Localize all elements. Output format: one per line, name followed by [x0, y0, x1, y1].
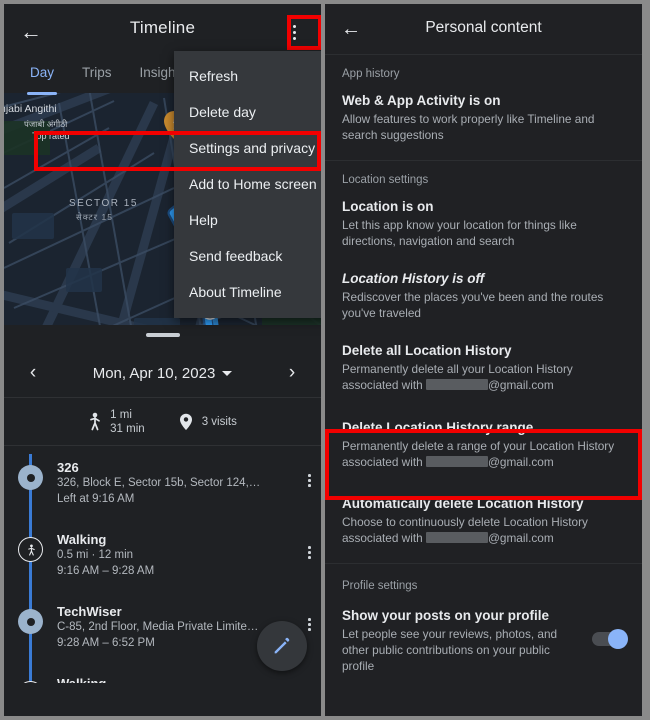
- walk-distance: 1 mi: [110, 408, 132, 421]
- setting-row-location-is-on[interactable]: Location is on Let this app know your lo…: [325, 188, 642, 260]
- timeline-list[interactable]: 326 326, Block E, Sector 15b, Sector 124…: [4, 446, 321, 683]
- item-time: 9:16 AM – 9:28 AM: [57, 564, 155, 577]
- edit-fab-button[interactable]: [257, 621, 307, 671]
- map-poi-rating: Top rated: [32, 131, 70, 141]
- map-poi-name: njabi Angithi: [4, 103, 57, 115]
- place-pin-icon: [179, 413, 192, 430]
- walking-stat: 1 mi 31 min: [88, 408, 145, 436]
- row-description-post: @gmail.com: [487, 455, 554, 469]
- kebab-menu-icon[interactable]: [308, 546, 311, 559]
- map-poi-name-local: पंजाबी अंगीठी: [24, 119, 68, 129]
- settings-page-title: Personal content: [425, 19, 542, 36]
- sheet-drag-handle[interactable]: [4, 325, 321, 349]
- overflow-menu[interactable]: Refresh Delete day Settings and privacy …: [174, 51, 321, 318]
- personal-content-panel: ← Personal content App history Web & App…: [325, 4, 642, 716]
- edit-pencil-icon: [274, 637, 290, 654]
- item-title: Walking: [57, 675, 155, 683]
- item-subtitle: 326, Block E, Sector 15b, Sector 124, No…: [57, 477, 262, 489]
- kebab-menu-icon: [292, 24, 296, 40]
- row-title: Location History is off: [342, 271, 485, 286]
- tab-trips[interactable]: Trips: [68, 59, 126, 93]
- item-title: Walking: [57, 532, 107, 547]
- section-header-location-settings: Location settings: [342, 174, 429, 186]
- row-title: Delete all Location History: [342, 343, 512, 358]
- map-sector-label: SECTOR 15: [69, 198, 138, 209]
- map-sector-label-local: सेक्टर 15: [76, 212, 113, 222]
- row-description-post: @gmail.com: [487, 378, 554, 392]
- day-stats-bar: 1 mi 31 min 3 visits: [4, 398, 321, 446]
- row-description-post: @gmail.com: [487, 531, 554, 545]
- row-description: Allow features to work properly like Tim…: [342, 112, 595, 142]
- menu-item-send-feedback[interactable]: Send feedback: [174, 238, 321, 274]
- tab-day[interactable]: Day: [16, 59, 68, 95]
- menu-item-help[interactable]: Help: [174, 202, 321, 238]
- visits-count: 3 visits: [201, 415, 237, 428]
- place-node-icon: [17, 608, 44, 635]
- date-navigation-bar: ‹ Mon, Apr 10, 2023 ›: [4, 349, 321, 398]
- page-title: Timeline: [129, 18, 196, 37]
- row-title: Show your posts on your profile: [342, 608, 550, 623]
- item-subtitle: 0.5 mi · 12 min: [57, 549, 134, 561]
- timeline-panel: ← Timeline Day Trips Insights njabi Angi…: [4, 4, 321, 716]
- row-title: Location is on: [342, 199, 434, 214]
- menu-item-settings-and-privacy[interactable]: Settings and privacy: [174, 130, 321, 166]
- section-header-profile-settings: Profile settings: [342, 580, 418, 592]
- row-description: Let this app know your location for thin…: [342, 218, 577, 248]
- setting-row-show-posts-on-profile[interactable]: Show your posts on your profile Let peop…: [325, 594, 642, 685]
- menu-item-delete-day[interactable]: Delete day: [174, 94, 321, 130]
- setting-row-auto-delete-location-history[interactable]: Automatically delete Location History Ch…: [325, 485, 642, 557]
- kebab-menu-icon[interactable]: [308, 474, 311, 487]
- walking-node-icon: [17, 536, 44, 563]
- menu-item-about-timeline[interactable]: About Timeline: [174, 274, 321, 310]
- caret-down-icon: [222, 370, 233, 376]
- settings-topbar: ← Personal content: [325, 4, 642, 55]
- setting-row-delete-location-history-range[interactable]: Delete Location History range Permanentl…: [325, 404, 642, 485]
- show-posts-toggle[interactable]: [592, 629, 628, 649]
- screenshot-root: ← Timeline Day Trips Insights njabi Angi…: [0, 0, 650, 720]
- redacted-email-bar: [425, 532, 488, 543]
- menu-item-refresh[interactable]: Refresh: [174, 58, 321, 94]
- row-title: Automatically delete Location History: [342, 496, 584, 511]
- list-item[interactable]: 326 326, Block E, Sector 15b, Sector 124…: [4, 450, 321, 522]
- walking-node-icon: [17, 680, 44, 683]
- row-description: Permanently delete all your Location His…: [342, 360, 625, 393]
- row-description: Rediscover the places you've been and th…: [342, 290, 604, 320]
- walking-icon: [90, 412, 101, 431]
- overflow-menu-button[interactable]: [276, 14, 312, 50]
- row-description: Choose to continuously delete Location H…: [342, 513, 625, 546]
- item-time: 9:28 AM – 6:52 PM: [57, 636, 155, 649]
- walk-duration: 31 min: [110, 422, 145, 435]
- item-time: Left at 9:16 AM: [57, 492, 135, 505]
- visits-stat: 3 visits: [179, 413, 237, 431]
- row-description: Let people see your reviews, photos, and…: [342, 627, 558, 673]
- redacted-email-bar: [425, 379, 488, 390]
- date-selector[interactable]: Mon, Apr 10, 2023: [93, 365, 233, 382]
- setting-row-location-history-off[interactable]: Location History is off Rediscover the p…: [325, 260, 642, 332]
- row-title: Delete Location History range: [342, 420, 534, 435]
- current-date-label: Mon, Apr 10, 2023: [92, 364, 216, 382]
- place-node-icon: [17, 464, 44, 491]
- item-title: 326: [57, 460, 79, 475]
- menu-item-add-to-home-screen[interactable]: Add to Home screen: [174, 166, 321, 202]
- section-header-app-history: App history: [342, 68, 400, 80]
- chevron-right-icon[interactable]: ›: [281, 362, 303, 384]
- kebab-menu-icon[interactable]: [308, 618, 311, 631]
- chevron-left-icon[interactable]: ‹: [22, 362, 44, 384]
- setting-row-web-app-activity[interactable]: Web & App Activity is on Allow features …: [325, 82, 642, 154]
- row-description: Permanently delete a range of your Locat…: [342, 437, 625, 470]
- setting-row-delete-all-location-history[interactable]: Delete all Location History Permanently …: [325, 332, 642, 404]
- row-title: Web & App Activity is on: [342, 93, 501, 108]
- list-item[interactable]: Walking 0.5 mi · 12 min 9:16 AM – 9:28 A…: [4, 522, 321, 594]
- item-title: TechWiser: [57, 604, 122, 619]
- item-subtitle: C-85, 2nd Floor, Media Private Limited, …: [57, 621, 262, 633]
- redacted-email-bar: [425, 456, 488, 467]
